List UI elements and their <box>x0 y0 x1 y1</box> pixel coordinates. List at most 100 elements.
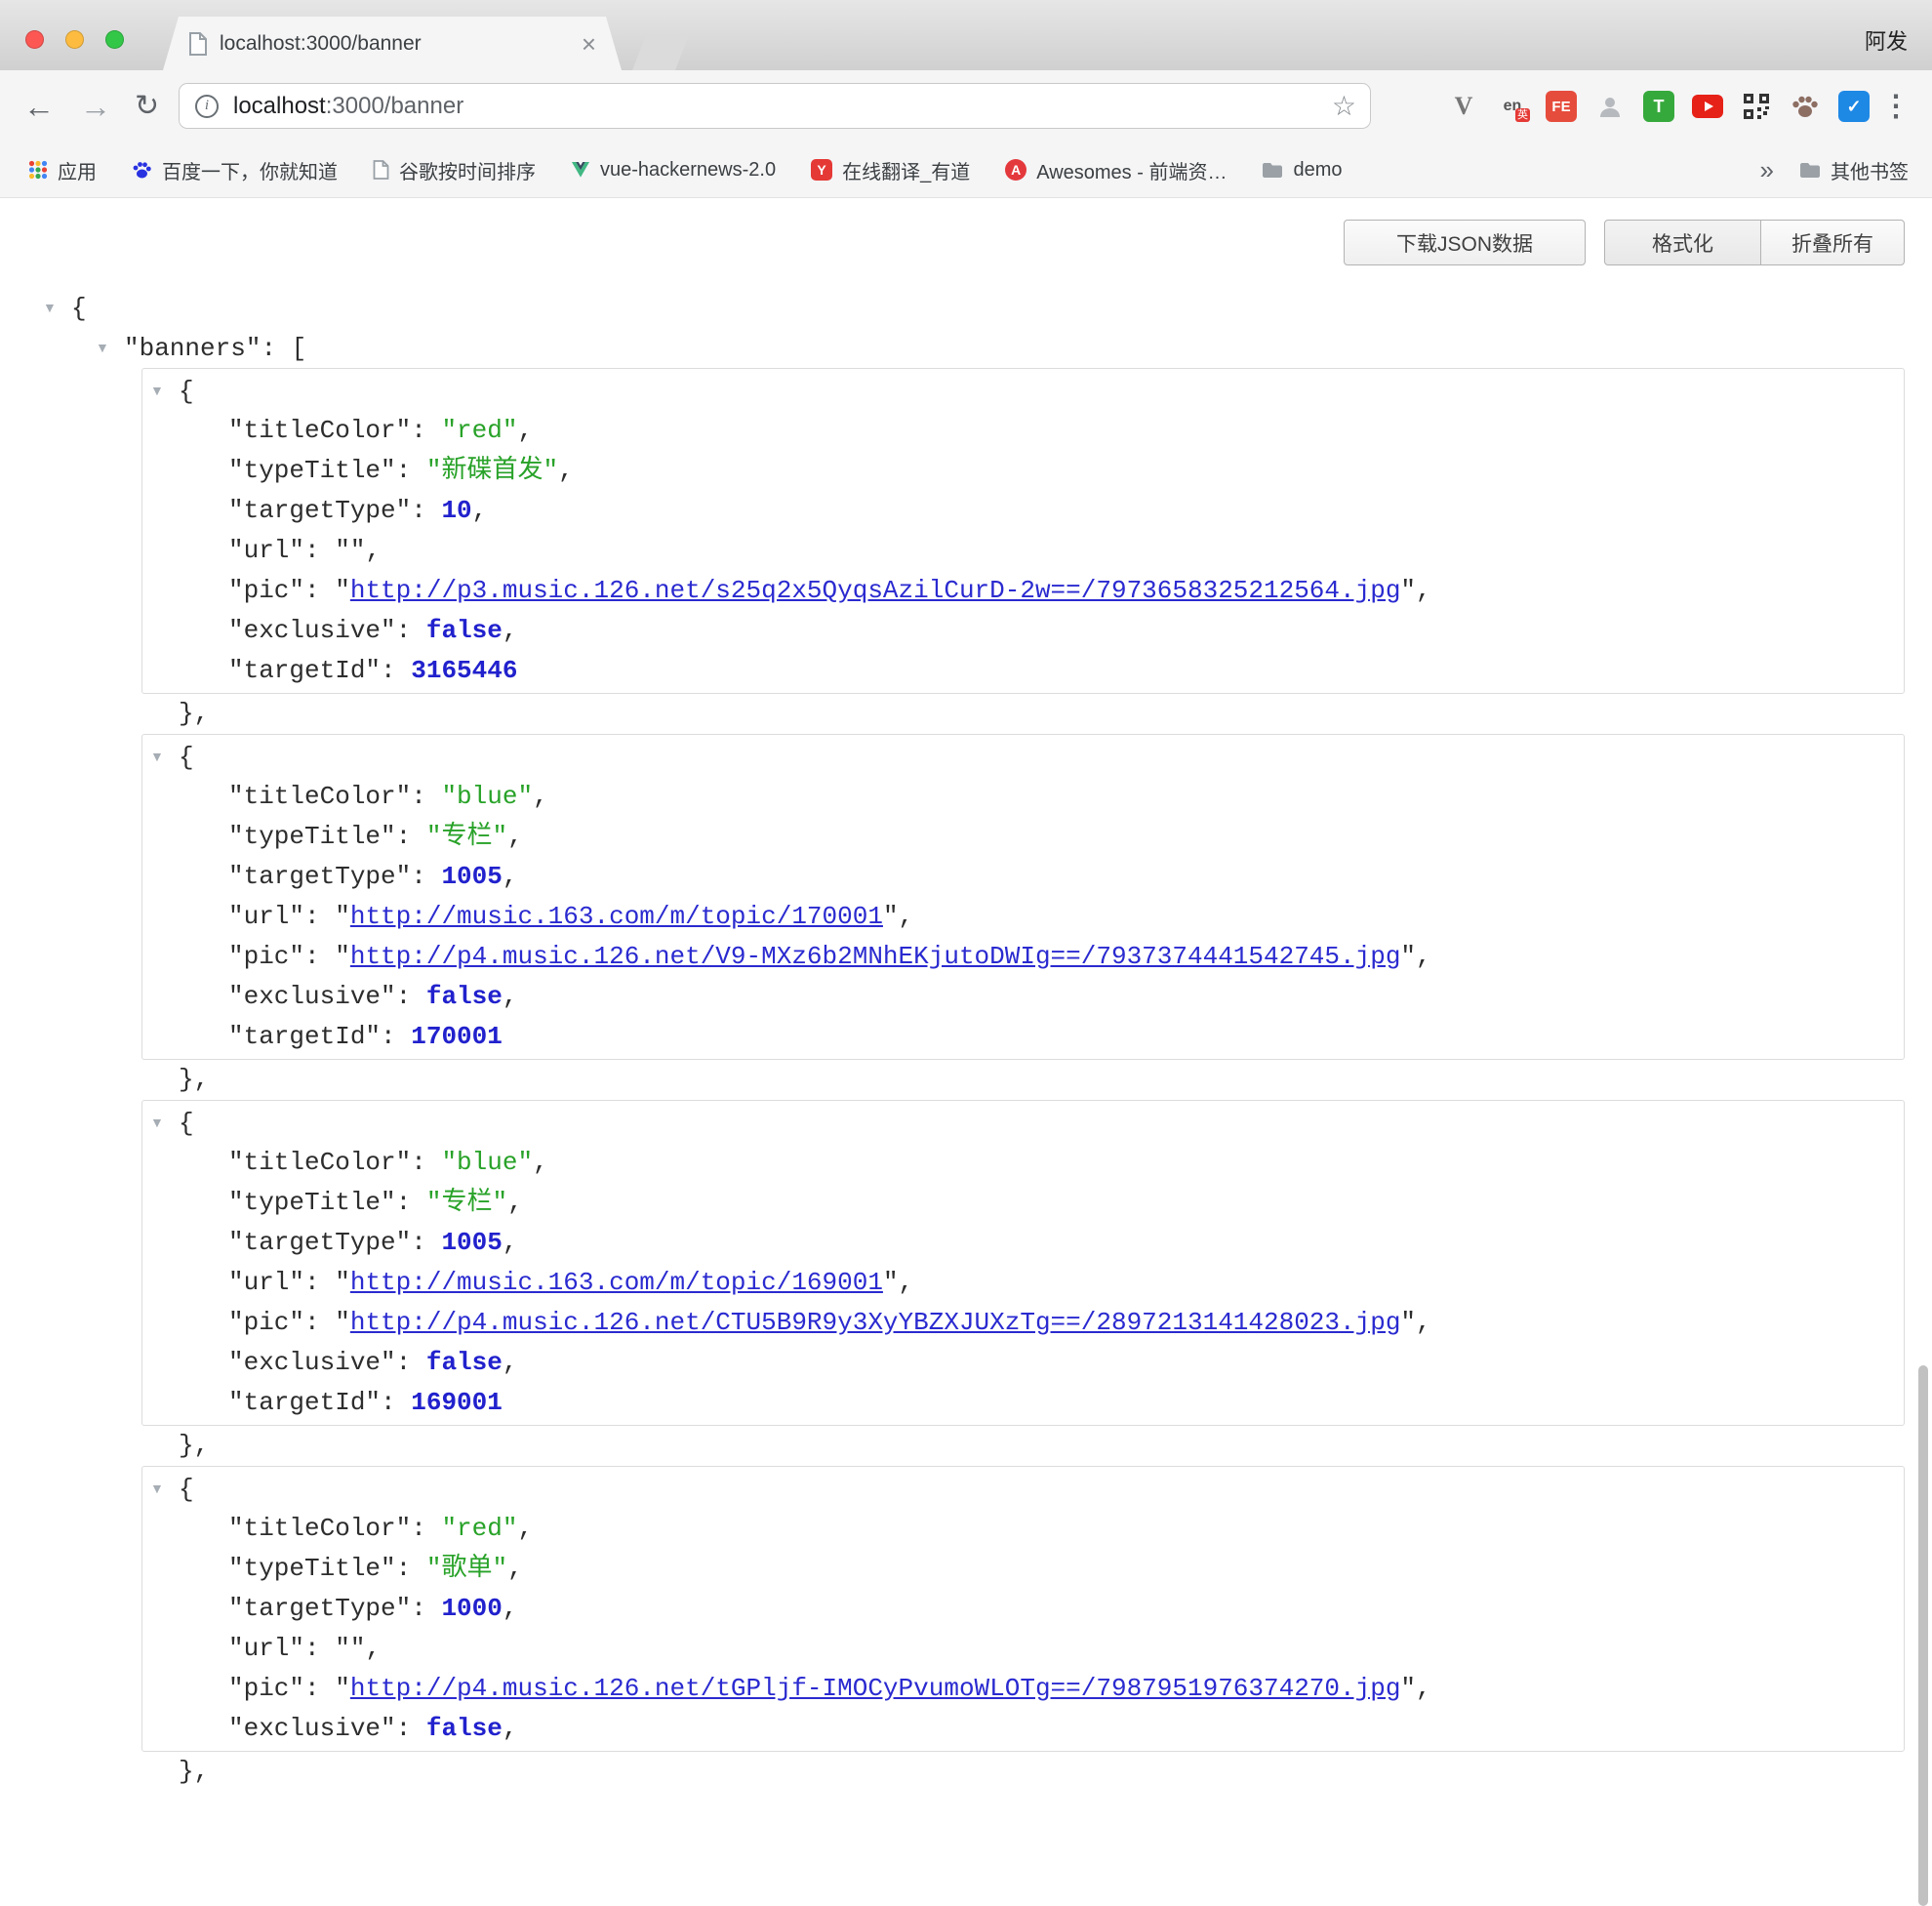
bookmark-folder-demo[interactable]: demo <box>1262 159 1342 182</box>
collapse-toggle-icon[interactable]: ▼ <box>96 328 124 368</box>
json-field-line: "typeTitle": "新碟首发", <box>142 451 1904 491</box>
info-glyph: i <box>205 99 209 113</box>
paw-extension-icon[interactable] <box>1790 91 1821 122</box>
forward-button[interactable]: → <box>80 91 111 122</box>
json-quote: " <box>335 942 350 971</box>
new-tab-button[interactable] <box>632 35 689 70</box>
json-key: "exclusive" <box>228 1714 396 1743</box>
bookmarks-overflow-chevron[interactable]: » <box>1760 157 1774 182</box>
json-brace: }, <box>179 1065 209 1094</box>
page-content: 下载JSON数据 格式化 折叠所有 ▼{ ▼"banners": [ ▼{"ti… <box>0 198 1932 1712</box>
json-comma: , <box>1416 1674 1431 1703</box>
reload-button[interactable]: ↻ <box>135 92 159 121</box>
back-button[interactable]: ← <box>23 91 55 122</box>
vimium-extension-icon[interactable]: V <box>1448 91 1479 122</box>
bookmark-other-bookmarks[interactable]: 其他书签 <box>1799 156 1909 184</box>
json-field-line: "targetId": 170001 <box>142 1017 1904 1057</box>
json-quote: " <box>1400 576 1416 605</box>
json-field-line: "url": "http://music.163.com/m/topic/170… <box>142 897 1904 937</box>
json-key: "pic" <box>228 942 304 971</box>
json-key: "targetType" <box>228 862 411 891</box>
download-json-button[interactable]: 下载JSON数据 <box>1344 220 1586 265</box>
json-link-value[interactable]: http://p4.music.126.net/V9-MXz6b2MNhEKju… <box>350 942 1401 971</box>
page-favicon-icon <box>188 32 208 56</box>
json-number-value: 1005 <box>441 1228 502 1257</box>
json-key: "url" <box>228 536 304 565</box>
json-link-value[interactable]: http://p4.music.126.net/CTU5B9R9y3XyYBZX… <box>350 1308 1401 1337</box>
json-punctuation: : <box>396 1348 426 1377</box>
url-host: localhost <box>233 93 326 119</box>
translate-extension-icon[interactable]: en英 <box>1497 91 1528 122</box>
json-boolean-value: false <box>426 616 503 645</box>
folder-icon <box>1799 161 1821 179</box>
browser-tab[interactable]: localhost:3000/banner × <box>163 17 622 70</box>
json-key: "titleColor" <box>228 1514 411 1543</box>
format-button[interactable]: 格式化 <box>1604 220 1761 265</box>
bookmark-youdao-translate[interactable]: Y 在线翻译_有道 <box>811 156 970 184</box>
json-string-value: "专栏" <box>426 822 507 851</box>
format-buttons-group: 格式化 折叠所有 <box>1604 220 1905 265</box>
json-punctuation: : <box>411 416 441 445</box>
collapse-toggle-icon[interactable]: ▼ <box>43 288 71 328</box>
green-shield-extension-icon[interactable]: T <box>1643 91 1674 122</box>
scrollbar-thumb[interactable] <box>1918 1365 1928 1906</box>
bookmark-awesomes[interactable]: A Awesomes - 前端资… <box>1005 156 1227 184</box>
people-extension-icon[interactable] <box>1594 91 1626 122</box>
minimize-window-button[interactable] <box>65 30 84 49</box>
json-key: "url" <box>228 902 304 931</box>
bookmark-google-sort[interactable]: 谷歌按时间排序 <box>373 156 536 184</box>
json-punctuation: : <box>381 1022 411 1051</box>
json-key: "pic" <box>228 1674 304 1703</box>
collapse-all-button[interactable]: 折叠所有 <box>1760 220 1905 265</box>
bookmark-apps[interactable]: 应用 <box>28 156 97 184</box>
json-punctuation: : <box>396 1188 426 1217</box>
bookmark-baidu[interactable]: 百度一下，你就知道 <box>132 156 338 184</box>
blue-shield-extension-icon[interactable]: ✓ <box>1838 91 1870 122</box>
collapse-toggle-icon[interactable]: ▼ <box>150 737 179 777</box>
json-link-value[interactable]: http://music.163.com/m/topic/170001 <box>350 902 883 931</box>
collapse-toggle-icon[interactable]: ▼ <box>150 371 179 411</box>
bookmark-vue-hackernews[interactable]: vue-hackernews-2.0 <box>571 159 776 182</box>
site-info-icon[interactable]: i <box>195 95 219 118</box>
fullscreen-window-button[interactable] <box>105 30 124 49</box>
json-field-line: "exclusive": false, <box>142 611 1904 651</box>
json-key: "pic" <box>228 1308 304 1337</box>
json-field-line: "titleColor": "blue", <box>142 1143 1904 1183</box>
json-key: "targetType" <box>228 496 411 525</box>
json-link-value[interactable]: http://music.163.com/m/topic/169001 <box>350 1268 883 1297</box>
json-field-line: "pic": "http://p4.music.126.net/CTU5B9R9… <box>142 1303 1904 1343</box>
profile-name[interactable]: 阿发 <box>1865 24 1908 56</box>
json-quote: " <box>335 1268 350 1297</box>
json-comma: , <box>503 1228 518 1257</box>
json-brace: { <box>179 377 194 406</box>
qrcode-extension-icon[interactable] <box>1741 91 1772 122</box>
awesomes-icon: A <box>1005 159 1026 181</box>
json-comma: , <box>507 822 523 851</box>
collapse-toggle-icon[interactable]: ▼ <box>150 1469 179 1509</box>
json-comma: , <box>507 1188 523 1217</box>
json-key: "targetId" <box>228 1388 381 1417</box>
json-empty-string-value: "" <box>335 536 365 565</box>
json-field-line: "url": "http://music.163.com/m/topic/169… <box>142 1263 1904 1303</box>
json-key: "titleColor" <box>228 1148 411 1177</box>
json-key: "targetId" <box>228 1022 381 1051</box>
json-object-open-line: ▼{ <box>142 1469 1904 1509</box>
json-link-value[interactable]: http://p4.music.126.net/tGPljf-IMOCyPvum… <box>350 1674 1401 1703</box>
json-quote: " <box>335 1308 350 1337</box>
close-window-button[interactable] <box>25 30 44 49</box>
json-comma: , <box>1416 576 1431 605</box>
address-bar[interactable]: i localhost:3000/banner ☆ <box>179 83 1371 129</box>
json-quote: " <box>883 1268 899 1297</box>
fehelper-extension-icon[interactable]: FE <box>1546 91 1577 122</box>
youtube-extension-icon[interactable] <box>1692 91 1723 122</box>
tab-close-icon[interactable]: × <box>582 31 596 57</box>
json-link-value[interactable]: http://p3.music.126.net/s25q2x5QyqsAzilC… <box>350 576 1401 605</box>
folder-icon <box>1262 161 1283 179</box>
bookmark-star-icon[interactable]: ☆ <box>1332 93 1356 120</box>
json-quote: " <box>335 576 350 605</box>
json-comma: , <box>503 982 518 1011</box>
json-punctuation: : <box>304 536 335 565</box>
json-key: "banners" <box>124 334 261 363</box>
browser-menu-button[interactable]: ⋮ <box>1881 90 1911 124</box>
collapse-toggle-icon[interactable]: ▼ <box>150 1103 179 1143</box>
